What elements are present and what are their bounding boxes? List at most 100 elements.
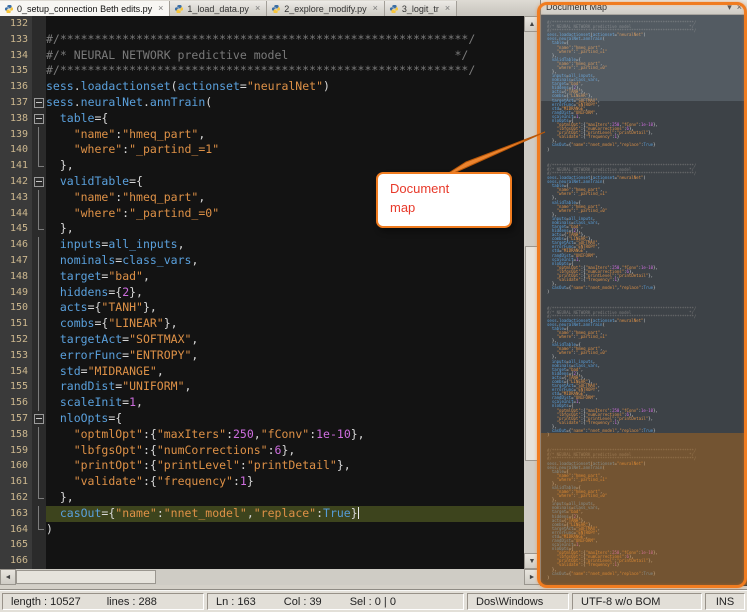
editor-line[interactable]: 159 "lbfgsOpt":{"numCorrections":6}, xyxy=(0,443,524,459)
tab-2[interactable]: 1_load_data.py × xyxy=(170,1,267,16)
fold-collapse-icon[interactable] xyxy=(34,177,44,187)
scroll-up-button[interactable]: ▲ xyxy=(524,16,540,32)
editor-line[interactable]: 148 target="bad", xyxy=(0,269,524,285)
editor-line[interactable]: 140 "where":"_partind_=1" xyxy=(0,142,524,158)
code-text: acts={"TANH"}, xyxy=(46,300,524,316)
tab-4[interactable]: 3_logit_tr × xyxy=(385,1,457,16)
editor-line[interactable]: 137sess.neuralNet.annTrain( xyxy=(0,95,524,111)
editor-line[interactable]: 155 randDist="UNIFORM", xyxy=(0,379,524,395)
status-lines: lines : 288 xyxy=(107,596,157,608)
code-text: inputs=all_inputs, xyxy=(46,237,524,253)
editor-line[interactable]: 156 scaleInit=1, xyxy=(0,395,524,411)
editor-line[interactable]: 149 hiddens={2}, xyxy=(0,285,524,301)
editor-line[interactable]: 160 "printOpt":{"printLevel":"printDetai… xyxy=(0,458,524,474)
editor-line[interactable]: 153 errorFunc="ENTROPY", xyxy=(0,348,524,364)
status-bar: length : 10527 lines : 288 Ln : 163 Col … xyxy=(0,590,747,612)
python-file-icon xyxy=(4,4,14,14)
editor-line[interactable]: 146 inputs=all_inputs, xyxy=(0,237,524,253)
scroll-up-icon: ▲ xyxy=(529,21,536,28)
fold-margin[interactable] xyxy=(32,111,46,127)
tab-label: 3_logit_tr xyxy=(402,4,439,14)
callout-text-line1: Document xyxy=(390,180,500,199)
code-text: combs={"LINEAR"}, xyxy=(46,316,524,332)
fold-margin xyxy=(32,474,46,490)
document-map-panel[interactable]: Document Map ▾ × #/*********************… xyxy=(540,0,747,586)
fold-guide-line xyxy=(38,474,39,490)
editor-line[interactable]: 163 casOut={"name":"nnet_model","replace… xyxy=(0,506,524,522)
line-number: 145 xyxy=(0,221,32,237)
line-number: 143 xyxy=(0,190,32,206)
close-icon[interactable]: × xyxy=(737,2,742,13)
document-map-title: Document Map xyxy=(546,2,607,12)
chevron-down-icon[interactable]: ▾ xyxy=(727,2,732,13)
tab-1[interactable]: 0_setup_connection Beth edits.py× xyxy=(0,1,170,16)
scroll-right-button[interactable]: ► xyxy=(524,569,540,585)
editor-line[interactable]: 157 nloOpts={ xyxy=(0,411,524,427)
fold-guide-line xyxy=(38,127,39,143)
code-text: std="MIDRANGE", xyxy=(46,364,524,380)
document-map-body[interactable]: #/**************************************… xyxy=(541,15,747,586)
editor-horizontal-scrollbar[interactable]: ◄ ► xyxy=(0,569,540,585)
editor-line[interactable]: 162 }, xyxy=(0,490,524,506)
status-encoding[interactable]: UTF-8 w/o BOM xyxy=(572,593,702,610)
editor-line[interactable]: 154 std="MIDRANGE", xyxy=(0,364,524,380)
tab-close-icon[interactable]: × xyxy=(373,4,378,13)
tab-close-icon[interactable]: × xyxy=(255,4,260,13)
editor-line[interactable]: 139 "name":"hmeq_part", xyxy=(0,127,524,143)
editor-line[interactable]: 151 combs={"LINEAR"}, xyxy=(0,316,524,332)
code-text xyxy=(46,537,524,553)
editor-line[interactable]: 152 targetAct="SOFTMAX", xyxy=(0,332,524,348)
tab-close-icon[interactable]: × xyxy=(445,4,450,13)
document-map-titlebar[interactable]: Document Map ▾ × xyxy=(541,0,747,15)
editor-line[interactable]: 134#/* NEURAL NETWORK predictive model *… xyxy=(0,48,524,64)
tab-label: 1_load_data.py xyxy=(187,4,249,14)
editor-line[interactable]: 138 table={ xyxy=(0,111,524,127)
code-text: table={ xyxy=(46,111,524,127)
editor-line[interactable]: 164) xyxy=(0,522,524,538)
scroll-left-button[interactable]: ◄ xyxy=(0,569,16,585)
scroll-down-button[interactable]: ▼ xyxy=(524,553,540,569)
code-text xyxy=(46,553,524,569)
status-eol-format[interactable]: Dos\Windows xyxy=(467,593,569,610)
tab-close-icon[interactable]: × xyxy=(158,4,163,13)
editor-line[interactable]: 133#/***********************************… xyxy=(0,32,524,48)
vertical-scroll-thumb[interactable] xyxy=(525,246,539,461)
fold-margin xyxy=(32,221,46,237)
code-text: targetAct="SOFTMAX", xyxy=(46,332,524,348)
editor-line[interactable]: 161 "validate":{"frequency":1} xyxy=(0,474,524,490)
editor-line[interactable]: 166 xyxy=(0,553,524,569)
editor-line[interactable]: 132 xyxy=(0,16,524,32)
tab-3[interactable]: 2_explore_modify.py× xyxy=(267,1,385,16)
editor-pane[interactable]: 132133#/********************************… xyxy=(0,16,524,569)
fold-guide-line xyxy=(38,316,39,332)
line-number: 154 xyxy=(0,364,32,380)
editor-line[interactable]: 135#/***********************************… xyxy=(0,63,524,79)
fold-margin[interactable] xyxy=(32,174,46,190)
line-number: 135 xyxy=(0,63,32,79)
fold-collapse-icon[interactable] xyxy=(34,114,44,124)
editor-line[interactable]: 165 xyxy=(0,537,524,553)
line-number: 133 xyxy=(0,32,32,48)
code-text: "lbfgsOpt":{"numCorrections":6}, xyxy=(46,443,524,459)
code-text: sess.neuralNet.annTrain( xyxy=(46,95,524,111)
python-file-icon xyxy=(389,4,399,14)
line-number: 163 xyxy=(0,506,32,522)
code-text: "optmlOpt":{"maxIters":250,"fConv":1e-10… xyxy=(46,427,524,443)
fold-guide-line xyxy=(38,221,39,229)
editor-vertical-scrollbar[interactable]: ▲ ▼ xyxy=(524,16,540,569)
fold-margin[interactable] xyxy=(32,95,46,111)
fold-collapse-icon[interactable] xyxy=(34,414,44,424)
fold-guide-line xyxy=(38,443,39,459)
fold-margin xyxy=(32,142,46,158)
line-number: 146 xyxy=(0,237,32,253)
fold-collapse-icon[interactable] xyxy=(34,98,44,108)
line-number: 147 xyxy=(0,253,32,269)
editor-line[interactable]: 158 "optmlOpt":{"maxIters":250,"fConv":1… xyxy=(0,427,524,443)
editor-line[interactable]: 136sess.loadactionset(actionset="neuralN… xyxy=(0,79,524,95)
status-insert-mode[interactable]: INS xyxy=(705,593,745,610)
fold-margin[interactable] xyxy=(32,411,46,427)
editor-line[interactable]: 150 acts={"TANH"}, xyxy=(0,300,524,316)
horizontal-scroll-thumb[interactable] xyxy=(16,570,156,584)
line-number: 158 xyxy=(0,427,32,443)
editor-line[interactable]: 147 nominals=class_vars, xyxy=(0,253,524,269)
